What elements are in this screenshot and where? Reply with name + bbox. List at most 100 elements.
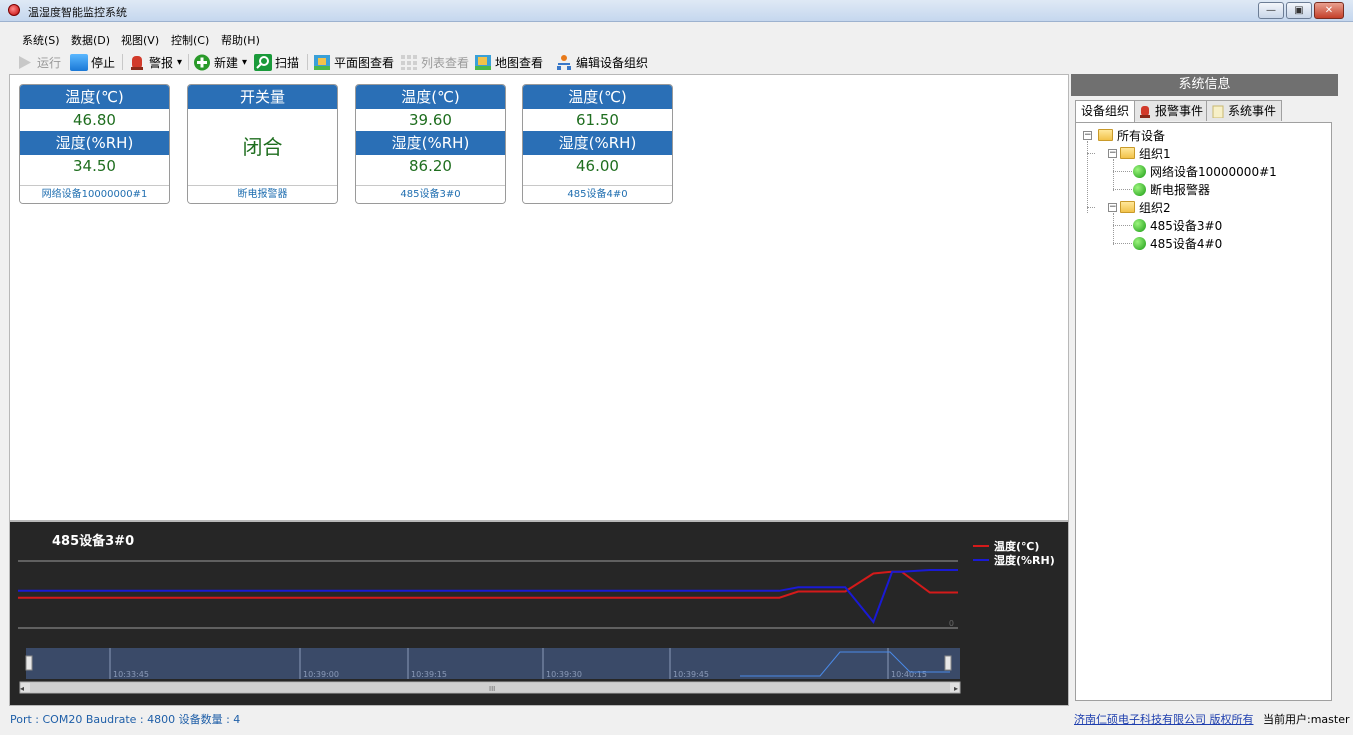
grid-list-icon xyxy=(401,54,417,70)
add-icon xyxy=(194,54,210,70)
status-bar: Port : COM20 Baudrate : 4800 设备数量 : 4 济南… xyxy=(0,708,1353,728)
menu-control[interactable]: 控制(C) xyxy=(171,32,209,48)
new-button[interactable]: 新建 ▾ xyxy=(193,53,247,71)
navigator-tick-label: 10:39:00 xyxy=(303,670,339,679)
tree-node-label: 485设备4#0 xyxy=(1150,236,1223,251)
app-icon xyxy=(8,4,20,16)
tree-node-group2[interactable]: 组织2 xyxy=(1120,199,1171,215)
company-link[interactable]: 济南仁硕电子科技有限公司 版权所有 xyxy=(1074,713,1254,726)
scroll-right-arrow[interactable]: ▸ xyxy=(954,684,958,693)
tab-device-org[interactable]: 设备组织 xyxy=(1075,100,1136,122)
tree-node-device[interactable]: 网络设备10000000#1 xyxy=(1133,163,1277,179)
switch-value: 闭合 xyxy=(242,135,283,159)
temperature-value: 46.80 xyxy=(73,111,116,129)
tree-node-all-devices[interactable]: 所有设备 xyxy=(1098,127,1165,143)
maximize-button[interactable]: ▣ xyxy=(1286,2,1312,19)
status-online-icon xyxy=(1133,236,1146,250)
list-view-button[interactable]: 列表查看 xyxy=(400,53,469,71)
humidity-header: 湿度(%RH) xyxy=(20,131,169,155)
scroll-grip: III xyxy=(489,685,495,693)
alarm-bell-icon xyxy=(131,55,143,70)
device-card[interactable]: 开关量 闭合 断电报警器 xyxy=(187,84,338,204)
tab-label: 设备组织 xyxy=(1081,104,1130,118)
humidity-series-line xyxy=(18,569,958,624)
legend-item-humidity: 湿度(%RH) xyxy=(973,553,1055,567)
collapse-icon[interactable]: − xyxy=(1083,131,1092,140)
plan-view-label: 平面图查看 xyxy=(334,55,395,70)
status-right: 济南仁硕电子科技有限公司 版权所有 当前用户:master xyxy=(1074,711,1350,727)
org-chart-icon xyxy=(557,54,571,70)
map-icon xyxy=(475,54,491,70)
chart-canvas: 0 10:33:45 10:39:00 10:39:15 10:39:30 10:39:… xyxy=(18,560,961,694)
navigator-tick-label: 10:39:15 xyxy=(411,670,447,679)
humidity-value: 46.00 xyxy=(576,157,619,175)
device-card[interactable]: 温度(℃) 46.80 湿度(%RH) 34.50 网络设备10000000#1 xyxy=(19,84,170,204)
tree-node-label: 断电报警器 xyxy=(1150,182,1211,197)
system-info-panel: 系统信息 设备组织 报警事件 系统事件 − 所有设备 − 组织1 网络设备100… xyxy=(1071,74,1338,708)
device-card[interactable]: 温度(℃) 39.60 湿度(%RH) 86.20 485设备3#0 xyxy=(355,84,506,204)
tree-node-label: 485设备3#0 xyxy=(1150,218,1223,233)
menu-system[interactable]: 系统(S) xyxy=(22,32,60,48)
run-button[interactable]: 运行 xyxy=(16,53,61,71)
humidity-header: 湿度(%RH) xyxy=(523,131,672,155)
tab-label: 报警事件 xyxy=(1155,103,1204,118)
device-name: 断电报警器 xyxy=(188,185,337,203)
minimize-button[interactable]: — xyxy=(1258,2,1284,19)
device-panel: 温度(℃) 46.80 湿度(%RH) 34.50 网络设备10000000#1… xyxy=(9,74,1069,521)
chart-legend: 温度(℃) 湿度(%RH) xyxy=(973,539,1055,567)
navigator-background[interactable] xyxy=(26,648,960,679)
new-label: 新建 xyxy=(214,55,239,70)
y-zero-label: 0 xyxy=(949,619,954,628)
collapse-icon[interactable]: − xyxy=(1108,149,1117,158)
scroll-left-arrow[interactable]: ◂ xyxy=(20,684,24,693)
temperature-series-line xyxy=(18,570,958,599)
navigator-left-handle[interactable] xyxy=(25,655,33,671)
close-button[interactable]: ✕ xyxy=(1314,2,1344,19)
edit-org-label: 编辑设备组织 xyxy=(576,55,649,70)
alarm-button[interactable]: 警报 ▾ xyxy=(128,53,182,71)
status-online-icon xyxy=(1133,182,1146,196)
tree-node-label: 组织2 xyxy=(1139,200,1171,215)
switch-header: 开关量 xyxy=(188,85,337,109)
map-view-label: 地图查看 xyxy=(495,55,544,70)
menu-view[interactable]: 视图(V) xyxy=(121,32,159,48)
tree-node-device[interactable]: 断电报警器 xyxy=(1133,181,1210,197)
collapse-icon[interactable]: − xyxy=(1108,203,1117,212)
temperature-header: 温度(℃) xyxy=(523,85,672,109)
folder-icon xyxy=(1120,201,1135,213)
alarm-dropdown-icon[interactable]: ▾ xyxy=(177,57,182,68)
menu-help[interactable]: 帮助(H) xyxy=(221,32,260,48)
navigator-tick-label: 10:33:45 xyxy=(113,670,149,679)
device-name: 485设备3#0 xyxy=(356,185,505,203)
toolbar: 运行 停止 警报 ▾ 新建 ▾ 扫描 平面图查看 列表查看 地图查看 编辑设备组… xyxy=(0,50,1353,74)
stop-label: 停止 xyxy=(91,55,116,70)
new-dropdown-icon[interactable]: ▾ xyxy=(242,57,247,68)
map-view-button[interactable]: 地图查看 xyxy=(474,53,543,71)
tree-node-group1[interactable]: 组织1 xyxy=(1120,145,1171,161)
navigator-tick-label: 10:39:30 xyxy=(546,670,582,679)
menu-data[interactable]: 数据(D) xyxy=(71,32,110,48)
status-online-icon xyxy=(1133,218,1146,232)
edit-org-button[interactable]: 编辑设备组织 xyxy=(555,53,648,71)
tab-label: 系统事件 xyxy=(1228,103,1277,118)
temperature-header: 温度(℃) xyxy=(20,85,169,109)
device-card[interactable]: 温度(℃) 61.50 湿度(%RH) 46.00 485设备4#0 xyxy=(522,84,673,204)
humidity-value: 86.20 xyxy=(409,157,452,175)
tree-node-device[interactable]: 485设备3#0 xyxy=(1133,217,1222,233)
plan-view-button[interactable]: 平面图查看 xyxy=(313,53,394,71)
current-user: 当前用户:master xyxy=(1263,713,1350,726)
stop-button[interactable]: 停止 xyxy=(70,53,115,71)
folder-icon xyxy=(1120,147,1135,159)
alarm-label: 警报 xyxy=(149,55,174,70)
legend-item-temperature: 温度(℃) xyxy=(973,539,1055,553)
scan-label: 扫描 xyxy=(275,55,300,70)
device-tree: − 所有设备 − 组织1 网络设备10000000#1 断电报警器 − 组织2 … xyxy=(1075,122,1332,701)
tab-system-events[interactable]: 系统事件 xyxy=(1206,100,1283,121)
trend-chart[interactable]: 0 10:33:45 10:39:00 10:39:15 10:39:30 10:39:… xyxy=(9,521,1069,706)
tab-alarm-events[interactable]: 报警事件 xyxy=(1133,100,1210,121)
legend-swatch xyxy=(973,545,989,547)
navigator-right-handle[interactable] xyxy=(944,655,952,671)
tree-node-device[interactable]: 485设备4#0 xyxy=(1133,235,1222,251)
tree-node-label: 组织1 xyxy=(1139,146,1171,161)
scan-button[interactable]: 扫描 xyxy=(254,53,299,71)
